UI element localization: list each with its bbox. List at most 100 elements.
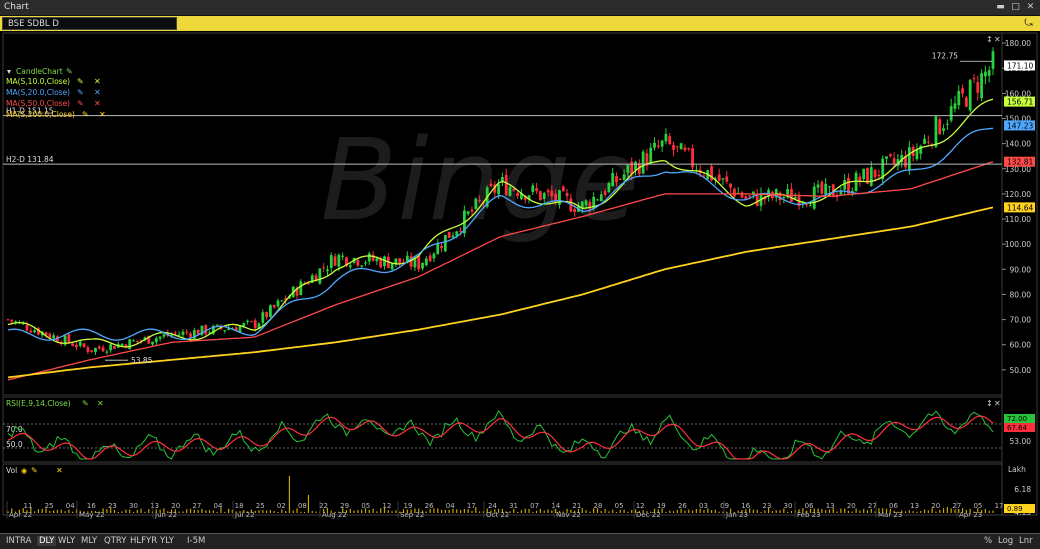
candle-body (599, 194, 603, 202)
candle-body (649, 147, 653, 164)
candle-body (398, 258, 402, 264)
candle-body (531, 185, 535, 192)
x-day-label: 22 (319, 502, 328, 510)
x-day-label: 20 (171, 502, 180, 510)
window-titlebar: Chart ▬ □ ✕ (0, 0, 1040, 16)
timeframe-dly[interactable]: DLY (37, 536, 57, 546)
candle-body (805, 204, 809, 206)
candle-body (953, 103, 957, 109)
expand-chart-icon[interactable]: ⤿ (1022, 17, 1035, 30)
candle-body (329, 255, 333, 268)
timeframe-yly[interactable]: YLY (160, 536, 174, 546)
maximize-icon[interactable]: □ (1009, 1, 1022, 14)
candle-body (177, 334, 181, 336)
edit-icon: ✎ (82, 399, 89, 408)
candle-body (105, 351, 109, 353)
candle-body (90, 350, 94, 352)
candle-body (128, 339, 132, 350)
chart-area[interactable]: BingeH1-D 151.15H2-D 131.84172.7553.85Ca… (0, 31, 1040, 533)
x-day-label: 14 (551, 502, 560, 510)
candle-body (877, 174, 881, 177)
candle-body (341, 255, 345, 257)
timeframe-wly[interactable]: WLY (58, 536, 75, 546)
x-month-label: Feb 23 (797, 511, 821, 519)
candle-body (926, 141, 930, 143)
candle-body (615, 176, 618, 183)
candle-body (683, 147, 687, 151)
timeframe-intra[interactable]: INTRA (6, 536, 31, 546)
candle-body (961, 88, 964, 94)
candle-body (109, 344, 113, 351)
candle-body (52, 335, 56, 339)
scale-log-button[interactable]: Log (998, 536, 1013, 546)
candle-body (424, 258, 428, 266)
x-day-label: 12 (636, 502, 645, 510)
symbol-input[interactable]: BSE SDBL D (2, 17, 177, 30)
candle-body (265, 311, 269, 318)
x-day-label: 08 (298, 502, 307, 510)
x-day-label: 19 (657, 502, 666, 510)
candle-body (101, 347, 105, 352)
candle-body (272, 304, 276, 308)
x-month-label: Jan 23 (725, 511, 748, 519)
x-month-label: Mar 23 (878, 511, 902, 519)
candle-body (664, 134, 668, 142)
timeframe-hlfyr[interactable]: HLFYR (130, 536, 157, 546)
candle-body (223, 330, 227, 332)
x-day-label: 25 (256, 502, 265, 510)
candle-body (687, 148, 691, 150)
x-month-label: Sep 22 (400, 511, 424, 519)
candle-body (421, 262, 424, 269)
x-day-label: 13 (910, 502, 919, 510)
candle-body (307, 283, 310, 285)
legend-ma-1: MA(S,10.0,Close) (6, 77, 70, 86)
candle-body (558, 190, 561, 205)
scale-lnr-button[interactable]: Lnr (1019, 536, 1033, 546)
candle-body (839, 191, 843, 195)
candle-body (508, 187, 512, 196)
candle-body (375, 258, 379, 262)
candle-body (972, 78, 976, 80)
price-tick-label: 100.00 (1005, 240, 1031, 249)
candle-body (945, 123, 949, 125)
candle-body (968, 79, 972, 111)
candle-body (447, 231, 451, 238)
x-day-label: 06 (889, 502, 898, 510)
candle-body (71, 343, 75, 346)
candle-body (873, 169, 877, 178)
candle-body (33, 330, 37, 333)
candle-body (417, 256, 421, 270)
x-month-label: Nov 22 (556, 511, 581, 519)
scale-percent-button[interactable]: % (984, 536, 992, 546)
candle-body (10, 319, 14, 322)
price-tag-label-1: 171.10 (1007, 61, 1033, 70)
x-day-label: 23 (108, 502, 117, 510)
timeframe-i-5m[interactable]: I-5M (187, 536, 205, 546)
close-icon[interactable]: ✕ (1024, 1, 1037, 14)
candle-body (390, 263, 394, 270)
x-month-label: Apr 23 (959, 511, 982, 519)
timeframe-mly[interactable]: MLY (81, 536, 97, 546)
x-month-label: Apr 22 (9, 511, 32, 519)
x-day-label: 18 (235, 502, 244, 510)
minimize-icon[interactable]: ▬ (994, 1, 1007, 14)
candle-body (6, 319, 10, 321)
timeframe-qtry[interactable]: QTRY (104, 536, 126, 546)
candle-body (470, 209, 474, 212)
hline-label-2: H2-D 131.84 (6, 155, 54, 164)
edit-icon: ✎ (66, 67, 73, 76)
candle-body (828, 186, 831, 188)
candle-body (299, 281, 303, 296)
x-month-label: Oct 22 (486, 511, 509, 519)
candle-body (793, 196, 797, 199)
candle-body (820, 181, 824, 194)
candle-body (459, 230, 462, 232)
close-pane-icon: ✕ (994, 399, 1001, 408)
candle-body (443, 235, 447, 252)
price-tick-label: 80.00 (1010, 290, 1032, 299)
candle-body (542, 193, 546, 199)
candle-body (824, 183, 828, 195)
candle-body (907, 147, 911, 170)
price-tick-label: 70.00 (1010, 316, 1032, 325)
x-day-label: 19 (404, 502, 413, 510)
